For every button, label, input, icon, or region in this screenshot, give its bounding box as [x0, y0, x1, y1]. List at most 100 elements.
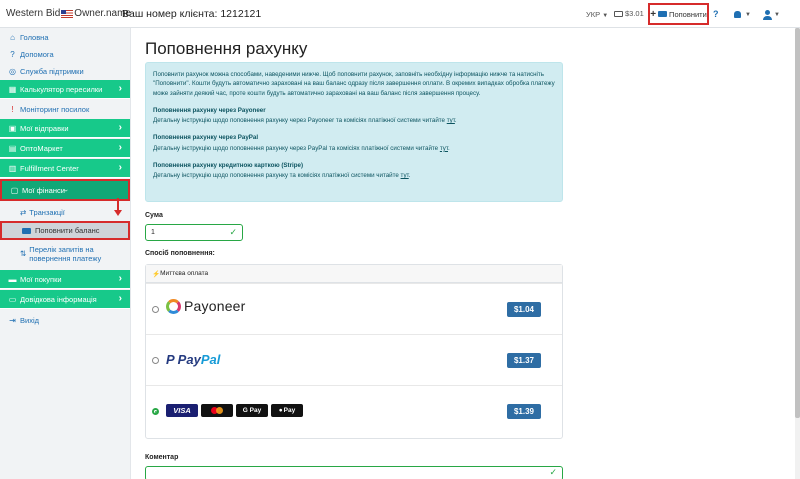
chevron-right-icon: ›: [118, 293, 122, 304]
payment-option-paypal[interactable]: P Pay Pal $1.37: [146, 334, 562, 385]
client-number: Ваш номер клієнта: 1212121: [122, 8, 262, 20]
finance-icon: ▢: [10, 185, 19, 195]
amount-label: Сума: [145, 212, 163, 219]
user-menu[interactable]: ▼: [763, 10, 780, 20]
market-icon: ▤: [8, 143, 17, 153]
calculator-icon: ▦: [8, 84, 17, 94]
sidebar-item-label: Служба підтримки: [20, 66, 84, 76]
chevron-down-icon: ▼: [774, 12, 780, 18]
info-icon: ▭: [8, 294, 17, 304]
chevron-right-icon: ›: [118, 122, 122, 133]
sidebar-item-label: Мої покупки: [20, 274, 62, 284]
annotation-arrow-head: [114, 210, 122, 216]
apple-pay-label: Pay: [283, 407, 296, 414]
alert-icon: !: [11, 104, 14, 114]
sidebar-item-label: Мої фінанси: [22, 185, 65, 195]
plus-icon: +: [650, 8, 657, 20]
sidebar-item-purchases[interactable]: ▬ Мої покупки ›: [0, 270, 130, 289]
info-section-title: Поповнення рахунку кредитною карткою (St…: [153, 162, 304, 170]
check-icon: ✓: [229, 227, 237, 237]
card-icon: [658, 11, 668, 17]
user-icon: [763, 10, 772, 20]
paypal-logo: P Pay Pal: [166, 352, 220, 367]
sidebar-item-reference[interactable]: ▭ Довідкова інформація ›: [0, 290, 130, 309]
amount-input[interactable]: 1 ✓: [145, 224, 243, 241]
paypal-radio[interactable]: [152, 357, 159, 364]
sidebar-item-transactions[interactable]: ⇄ Транзакції: [0, 205, 130, 219]
sidebar-item-refunds[interactable]: ⇅ Перелік запитів на повернення платежу: [0, 244, 130, 264]
cards-radio[interactable]: [152, 408, 159, 415]
payoneer-logo: Payoneer: [166, 298, 246, 314]
sidebar-item-label: Калькулятор пересилки: [20, 84, 103, 94]
sidebar-item-label: ОптоМаркет: [20, 143, 63, 153]
comment-label: Коментар: [145, 454, 179, 461]
info-section-text: Детальну інструкцію щодо поповнення раху…: [153, 172, 399, 180]
paypal-icon: P: [166, 352, 175, 367]
sidebar-item-calculator[interactable]: ▦ Калькулятор пересилки ›: [0, 80, 130, 99]
sidebar-item-shipments[interactable]: ▣ Мої відправки ›: [0, 119, 130, 138]
help-icon[interactable]: ?: [713, 9, 719, 19]
sidebar-item-label: Головна: [20, 32, 49, 42]
question-icon: ?: [10, 49, 15, 59]
comment-input[interactable]: ✓: [145, 466, 563, 479]
amount-value: 1: [151, 229, 155, 236]
mastercard-logo: [201, 404, 233, 417]
info-section-title: Поповнення рахунку через PayPal: [153, 134, 259, 142]
sidebar-item-help[interactable]: ? Допомога: [0, 45, 130, 63]
sidebar-item-monitoring[interactable]: ! Моніторинг посилок: [0, 100, 130, 118]
page-title: Поповнення рахунку: [145, 39, 308, 58]
chevron-right-icon: ›: [118, 273, 122, 284]
paypal-fee: $1.37: [507, 353, 541, 368]
topup-button[interactable]: + Поповнити: [648, 3, 709, 25]
exchange-icon: ⇄: [20, 207, 27, 217]
payoneer-radio[interactable]: [152, 306, 159, 313]
info-link[interactable]: тут: [440, 145, 448, 152]
cards-fee: $1.39: [507, 404, 541, 419]
instant-payment-header: ⚡ Миттєва оплата: [146, 265, 562, 283]
us-flag-icon: [61, 9, 74, 18]
info-alert: Поповнити рахунок можна способами, навед…: [145, 62, 563, 202]
sidebar-item-support[interactable]: ◎ Служба підтримки: [0, 62, 130, 80]
info-link[interactable]: тут: [447, 117, 455, 124]
sidebar-item-logout[interactable]: ⇥ Вихід: [0, 311, 130, 329]
payment-option-cards[interactable]: VISA G Pay ● Pay $1.39: [146, 385, 562, 436]
paypal-word-2: Pal: [200, 352, 221, 367]
payment-methods-card: ⚡ Миттєва оплата Payoneer $1.04 P Pay Pal $…: [145, 264, 563, 439]
chevron-down-icon: ▼: [602, 13, 609, 19]
sidebar-item-fulfillment[interactable]: ▥ Fulfillment Center ›: [0, 159, 130, 178]
info-intro: Поповнити рахунок можна способами, навед…: [153, 71, 555, 97]
sidebar-item-finances[interactable]: ▢ Мої фінанси ›: [0, 179, 130, 201]
sidebar-item-label: Транзакції: [29, 207, 65, 217]
info-section-payoneer: Поповнення рахунку через Payoneer Детальн…: [153, 106, 555, 126]
bell-icon[interactable]: [734, 11, 741, 18]
card-logos: VISA G Pay ● Pay: [166, 404, 303, 417]
logout-icon: ⇥: [9, 315, 16, 325]
sidebar-item-home[interactable]: ⌂ Головна: [0, 28, 130, 46]
info-link[interactable]: тут: [401, 172, 409, 179]
chevron-right-icon: ›: [118, 142, 122, 153]
info-section-paypal: Поповнення рахунку через PayPal Детальну …: [153, 133, 555, 153]
chevron-down-icon: ›: [61, 188, 71, 192]
payment-option-payoneer[interactable]: Payoneer $1.04: [146, 283, 562, 334]
info-section-stripe: Поповнення рахунку кредитною карткою (St…: [153, 161, 555, 181]
scrollbar-thumb[interactable]: [795, 28, 800, 418]
chevron-right-icon: ›: [118, 162, 122, 173]
sidebar-item-label: Моніторинг посилок: [20, 104, 90, 114]
sidebar-item-label: Перелік запитів на повернення платежу: [29, 244, 102, 263]
payoneer-ring-icon: [166, 298, 181, 314]
cart-icon: ▬: [8, 274, 17, 284]
visa-logo: VISA: [166, 404, 198, 417]
scrollbar[interactable]: [795, 28, 800, 479]
info-section-text: Детальну інструкцію щодо поповнення раху…: [153, 144, 439, 152]
brand-logo[interactable]: Western Bid Owner.name: [6, 8, 131, 19]
language-selector[interactable]: УКР ▼: [586, 10, 608, 19]
sidebar-item-topup-balance[interactable]: Поповнити баланс: [0, 221, 130, 240]
warehouse-icon: ▥: [8, 163, 17, 173]
brand-left-text: Western Bid: [6, 8, 61, 19]
sidebar-item-label: Вихід: [20, 315, 39, 325]
sidebar-item-label: Мої відправки: [20, 123, 69, 133]
refund-icon: ⇅: [20, 249, 27, 259]
sidebar-item-label: Поповнити баланс: [35, 226, 100, 235]
sidebar-item-optomarket[interactable]: ▤ ОптоМаркет ›: [0, 139, 130, 158]
balance-display[interactable]: $3.01: [614, 9, 644, 18]
